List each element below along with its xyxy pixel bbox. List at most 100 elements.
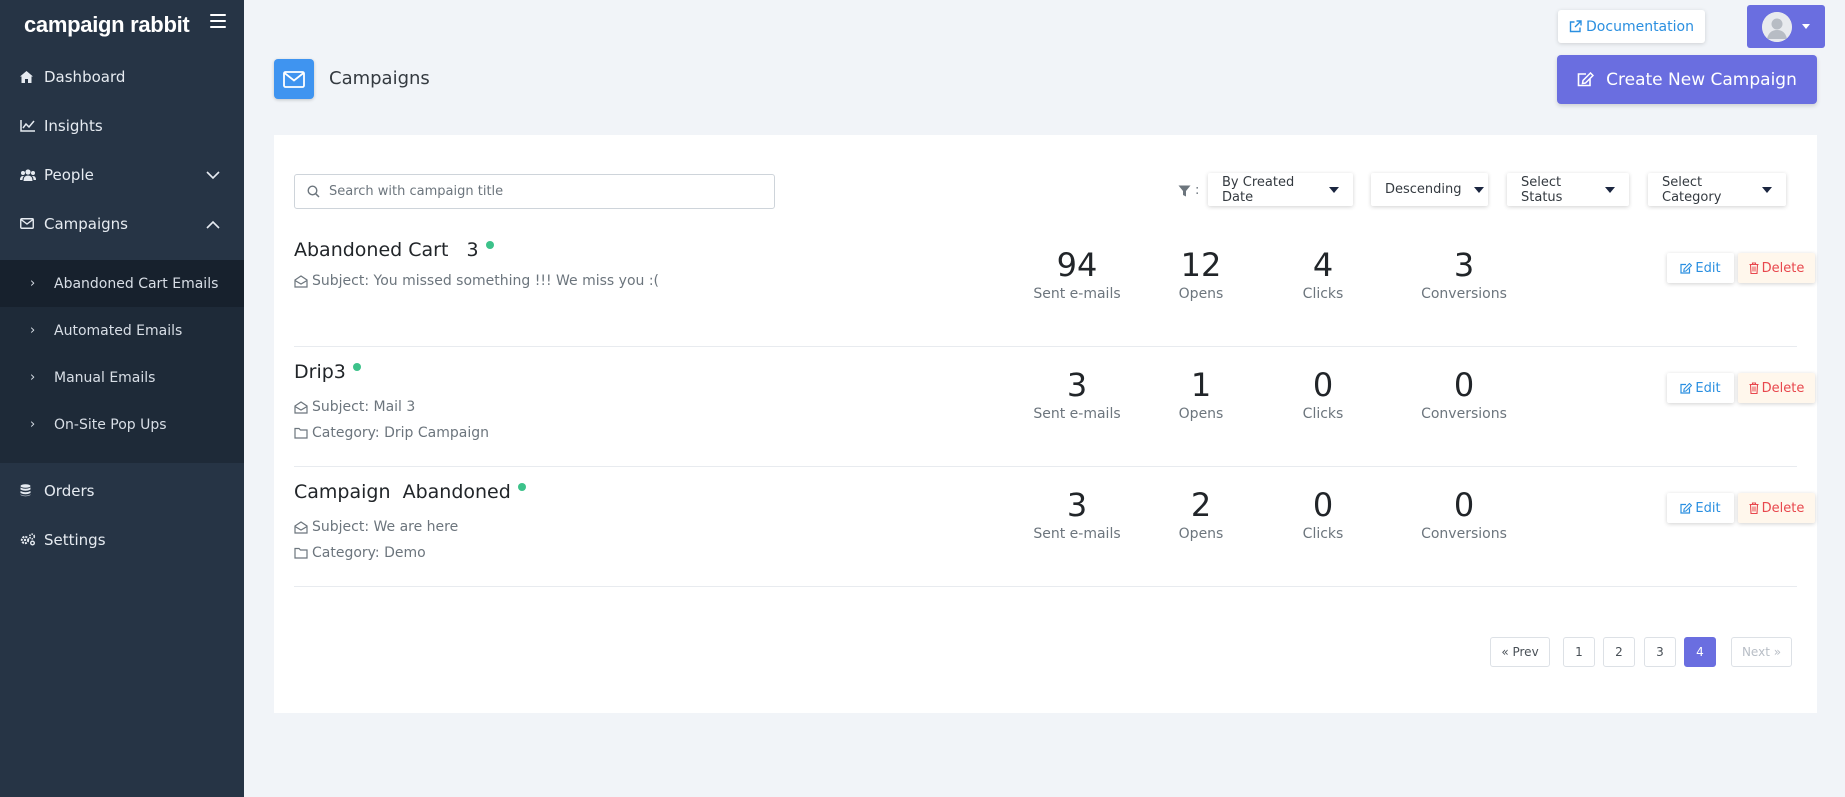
search-icon (307, 185, 320, 198)
campaign-subject: Subject: We are here (294, 519, 458, 535)
campaigns-submenu: › Abandoned Cart Emails › Automated Emai… (0, 260, 244, 463)
home-icon (20, 70, 44, 83)
envelope-open-icon (294, 274, 308, 288)
sidebar-item-insights[interactable]: Insights (0, 101, 244, 150)
envelope-open-icon (294, 520, 308, 534)
gears-icon (20, 533, 44, 546)
campaigns-header-icon (274, 59, 314, 99)
brand: campaign rabbit (0, 0, 244, 50)
sidebar-item-label: Campaigns (44, 214, 129, 233)
avatar (1762, 11, 1792, 42)
chevron-down-icon (206, 166, 220, 184)
sidebar-item-label: Settings (44, 530, 106, 549)
delete-button[interactable]: Delete (1738, 373, 1815, 403)
stat-clicks: 0 Clicks (1302, 486, 1344, 542)
edit-icon (1680, 502, 1693, 514)
stat-conversions: 0 Conversions (1421, 366, 1507, 422)
filter-icon (1178, 185, 1191, 196)
sidebar-item-settings[interactable]: Settings (0, 515, 244, 564)
order-dropdown[interactable]: Descending (1371, 173, 1488, 206)
campaign-title[interactable]: Drip3 (294, 361, 361, 383)
sidebar-subitem-manual[interactable]: › Manual Emails (0, 354, 244, 401)
chevron-right-icon: › (30, 276, 36, 291)
sidebar-subitem-label: Abandoned Cart Emails (54, 275, 219, 292)
caret-down-icon (1802, 24, 1810, 29)
pagination-prev[interactable]: « Prev (1490, 637, 1550, 667)
sidebar-subitem-label: Automated Emails (54, 322, 183, 339)
envelope-open-icon (294, 400, 308, 414)
sidebar-item-label: Dashboard (44, 67, 126, 86)
stat-clicks: 0 Clicks (1302, 366, 1344, 422)
stat-conversions: 3 Conversions (1421, 246, 1507, 302)
campaign-subject: Subject: Mail 3 (294, 399, 415, 415)
campaign-title[interactable]: Abandoned Cart 3 (294, 239, 494, 261)
category-dropdown[interactable]: Select Category (1648, 173, 1786, 206)
database-icon (20, 484, 44, 497)
edit-button[interactable]: Edit (1667, 493, 1734, 523)
sidebar-item-people[interactable]: People (0, 150, 244, 199)
edit-icon (1680, 382, 1693, 394)
create-new-campaign-label: Create New Campaign (1606, 69, 1797, 90)
sidebar-item-label: People (44, 165, 94, 184)
sidebar-item-campaigns[interactable]: Campaigns (0, 199, 244, 248)
status-dropdown[interactable]: Select Status (1507, 173, 1629, 206)
stat-sent: 94 Sent e-mails (1033, 246, 1121, 302)
campaign-row: Campaign Abandoned Subject: We are here … (294, 467, 1815, 587)
stat-sent: 3 Sent e-mails (1033, 486, 1121, 542)
campaign-subject: Subject: You missed something !!! We mis… (294, 273, 659, 289)
active-status-dot (517, 483, 526, 491)
stat-opens: 2 Opens (1178, 486, 1224, 542)
pagination-page-2[interactable]: 2 (1603, 637, 1635, 667)
campaign-title[interactable]: Campaign Abandoned (294, 481, 526, 503)
sidebar-item-label: Insights (44, 116, 103, 135)
search-input[interactable] (329, 184, 759, 199)
delete-button[interactable]: Delete (1738, 253, 1815, 283)
campaign-row: Abandoned Cart 3 Subject: You missed som… (294, 227, 1815, 347)
caret-down-icon (1473, 186, 1484, 193)
sidebar-subitem-automated[interactable]: › Automated Emails (0, 307, 244, 354)
chevron-right-icon: › (30, 370, 36, 385)
pagination-next[interactable]: Next » (1731, 637, 1792, 667)
caret-down-icon (1762, 186, 1772, 193)
edit-button[interactable]: Edit (1667, 373, 1734, 403)
folder-icon (294, 427, 308, 439)
brand-logo[interactable]: campaign rabbit (24, 12, 190, 38)
stat-clicks: 4 Clicks (1302, 246, 1344, 302)
user-menu-button[interactable] (1747, 5, 1825, 48)
documentation-label: Documentation (1586, 18, 1694, 35)
menu-toggle-icon[interactable] (210, 14, 226, 28)
active-status-dot (485, 241, 494, 249)
stat-opens: 12 Opens (1178, 246, 1224, 302)
campaign-category: Category: Demo (294, 545, 426, 561)
sidebar-subitem-abandoned-cart[interactable]: › Abandoned Cart Emails (0, 260, 244, 307)
delete-button[interactable]: Delete (1738, 493, 1815, 523)
pagination-page-1[interactable]: 1 (1563, 637, 1595, 667)
sidebar-item-orders[interactable]: Orders (0, 466, 244, 515)
filter-label: : (1178, 183, 1199, 198)
sort-by-dropdown[interactable]: By Created Date (1208, 173, 1353, 206)
edit-button[interactable]: Edit (1667, 253, 1734, 283)
sidebar-item-dashboard[interactable]: Dashboard (0, 52, 244, 101)
search-box (294, 174, 775, 209)
pagination-page-3[interactable]: 3 (1644, 637, 1676, 667)
edit-icon (1680, 262, 1693, 274)
documentation-button[interactable]: Documentation (1558, 10, 1705, 43)
create-new-campaign-button[interactable]: Create New Campaign (1557, 55, 1817, 104)
stat-sent: 3 Sent e-mails (1033, 366, 1121, 422)
chevron-up-icon (206, 215, 220, 233)
chevron-right-icon: › (30, 417, 36, 432)
line-chart-icon (20, 119, 44, 132)
active-status-dot (352, 363, 361, 371)
stat-conversions: 0 Conversions (1421, 486, 1507, 542)
campaign-row: Drip3 Subject: Mail 3 Category: Drip Cam… (294, 347, 1815, 467)
chevron-right-icon: › (30, 323, 36, 338)
sidebar: campaign rabbit Dashboard Insights Peopl… (0, 0, 244, 797)
trash-icon (1749, 382, 1759, 394)
sidebar-subitem-popups[interactable]: › On-Site Pop Ups (0, 401, 244, 448)
stat-opens: 1 Opens (1178, 366, 1224, 422)
trash-icon (1749, 262, 1759, 274)
caret-down-icon (1329, 186, 1339, 193)
trash-icon (1749, 502, 1759, 514)
external-link-icon (1569, 20, 1582, 33)
pagination-page-4[interactable]: 4 (1684, 637, 1716, 667)
